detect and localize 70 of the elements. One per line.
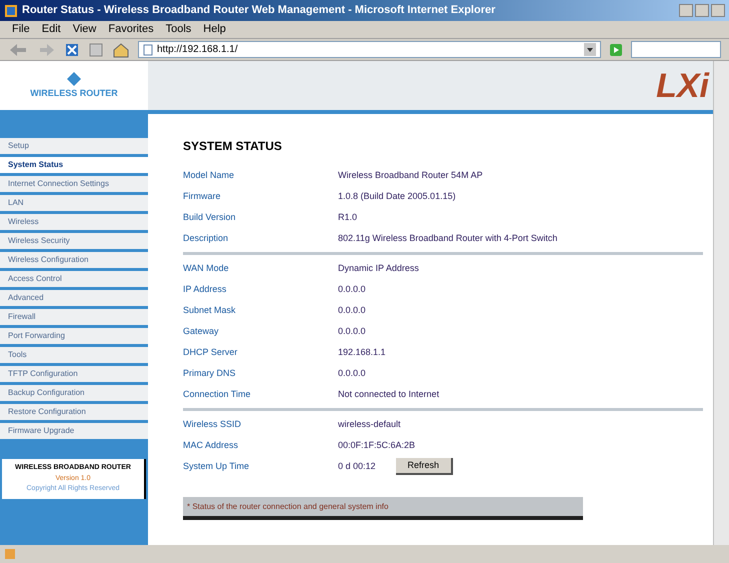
sidebar-item[interactable]: Port Forwarding: [0, 328, 148, 344]
field-label: Firmware: [183, 190, 222, 203]
field-value: 0.0.0.0: [338, 304, 366, 317]
footer-note: * Status of the router connection and general system info: [187, 500, 388, 512]
sidebar-item[interactable]: Firewall: [0, 309, 148, 325]
field-label: MAC Address: [183, 438, 240, 452]
menu-item[interactable]: File: [12, 21, 30, 38]
address-field[interactable]: http://192.168.1.1/: [138, 41, 601, 58]
go-icon[interactable]: [609, 42, 623, 56]
logo-icon: [66, 70, 82, 87]
page-heading: SYSTEM STATUS: [183, 138, 283, 155]
field-label: Description: [183, 232, 230, 245]
sidebar-item[interactable]: Advanced: [0, 290, 148, 306]
sidebar-item[interactable]: Backup Configuration: [0, 385, 148, 401]
sidebar-item[interactable]: Tools: [0, 347, 148, 363]
field-value: 00:0F:1F:5C:6A:2B: [338, 438, 416, 452]
sidebar-item[interactable]: Access Control: [0, 271, 148, 287]
sidebar-item[interactable]: Firmware Upgrade: [0, 423, 148, 439]
refresh-button[interactable]: Refresh: [396, 458, 454, 475]
field-value: wireless-default: [338, 418, 401, 431]
field-value: 0.0.0.0: [338, 324, 366, 338]
menu-item[interactable]: Favorites: [108, 21, 154, 38]
field-label: Gateway: [183, 324, 220, 338]
field-label: Wireless SSID: [183, 418, 242, 431]
field-value: Dynamic IP Address: [338, 262, 419, 275]
page-icon: [143, 44, 153, 56]
field-label: Subnet Mask: [183, 304, 237, 317]
field-value: 802.11g Wireless Broadband Router with 4-Port Switch: [338, 232, 558, 245]
banner-logo: LXi: [656, 68, 709, 102]
sidebar-item[interactable]: TFTP Configuration: [0, 366, 148, 382]
menu-item[interactable]: View: [72, 21, 96, 38]
sidebar-item[interactable]: Wireless: [0, 214, 148, 230]
field-label: Primary DNS: [183, 366, 237, 380]
field-label: System Up Time: [183, 460, 250, 473]
window-title: Router Status - Wireless Broadband Router Web Management - Microsoft Internet Explorer: [22, 3, 496, 18]
field-label: Build Version: [183, 210, 237, 224]
field-label: WAN Mode: [183, 262, 230, 275]
dropdown-icon[interactable]: [584, 43, 596, 56]
sidebar-item[interactable]: Internet Connection Settings: [0, 176, 148, 192]
sidebar-item[interactable]: System Status: [0, 157, 148, 173]
field-label: IP Address: [183, 282, 228, 296]
field-value: R1.0: [338, 210, 358, 224]
field-value: Not connected to Internet: [338, 388, 440, 401]
menu-item[interactable]: Help: [203, 21, 226, 38]
maximize-button[interactable]: [695, 4, 709, 17]
sidebar-item[interactable]: LAN: [0, 195, 148, 211]
forward-icon[interactable]: [38, 42, 56, 58]
field-value: 0.0.0.0: [338, 366, 366, 380]
field-value: Wireless Broadband Router 54M AP: [338, 168, 483, 182]
field-label: DHCP Server: [183, 346, 238, 359]
page-icon: [4, 548, 16, 560]
brand-name: WIRELESS ROUTER: [30, 86, 118, 100]
minimize-button[interactable]: [679, 4, 693, 17]
sidebar-item[interactable]: Restore Configuration: [0, 404, 148, 420]
close-button[interactable]: [711, 4, 725, 17]
field-label: Connection Time: [183, 388, 252, 401]
menu-item[interactable]: Tools: [166, 21, 192, 38]
browser-icon: [4, 4, 18, 18]
search-field[interactable]: [631, 41, 721, 58]
home-icon[interactable]: [112, 42, 130, 58]
field-label: Model Name: [183, 168, 236, 182]
field-value: 192.168.1.1: [338, 346, 386, 359]
sidebar-item[interactable]: Setup: [0, 138, 148, 154]
menu-item[interactable]: Edit: [42, 21, 61, 38]
field-value: 0 d 00:12: [338, 460, 376, 473]
sidebar-item[interactable]: Wireless Security: [0, 233, 148, 249]
field-value: 1.0.8 (Build Date 2005.01.15): [338, 190, 456, 203]
field-value: 0.0.0.0: [338, 282, 366, 296]
stop-icon[interactable]: [64, 42, 80, 58]
sidebar-item[interactable]: Wireless Configuration: [0, 252, 148, 268]
